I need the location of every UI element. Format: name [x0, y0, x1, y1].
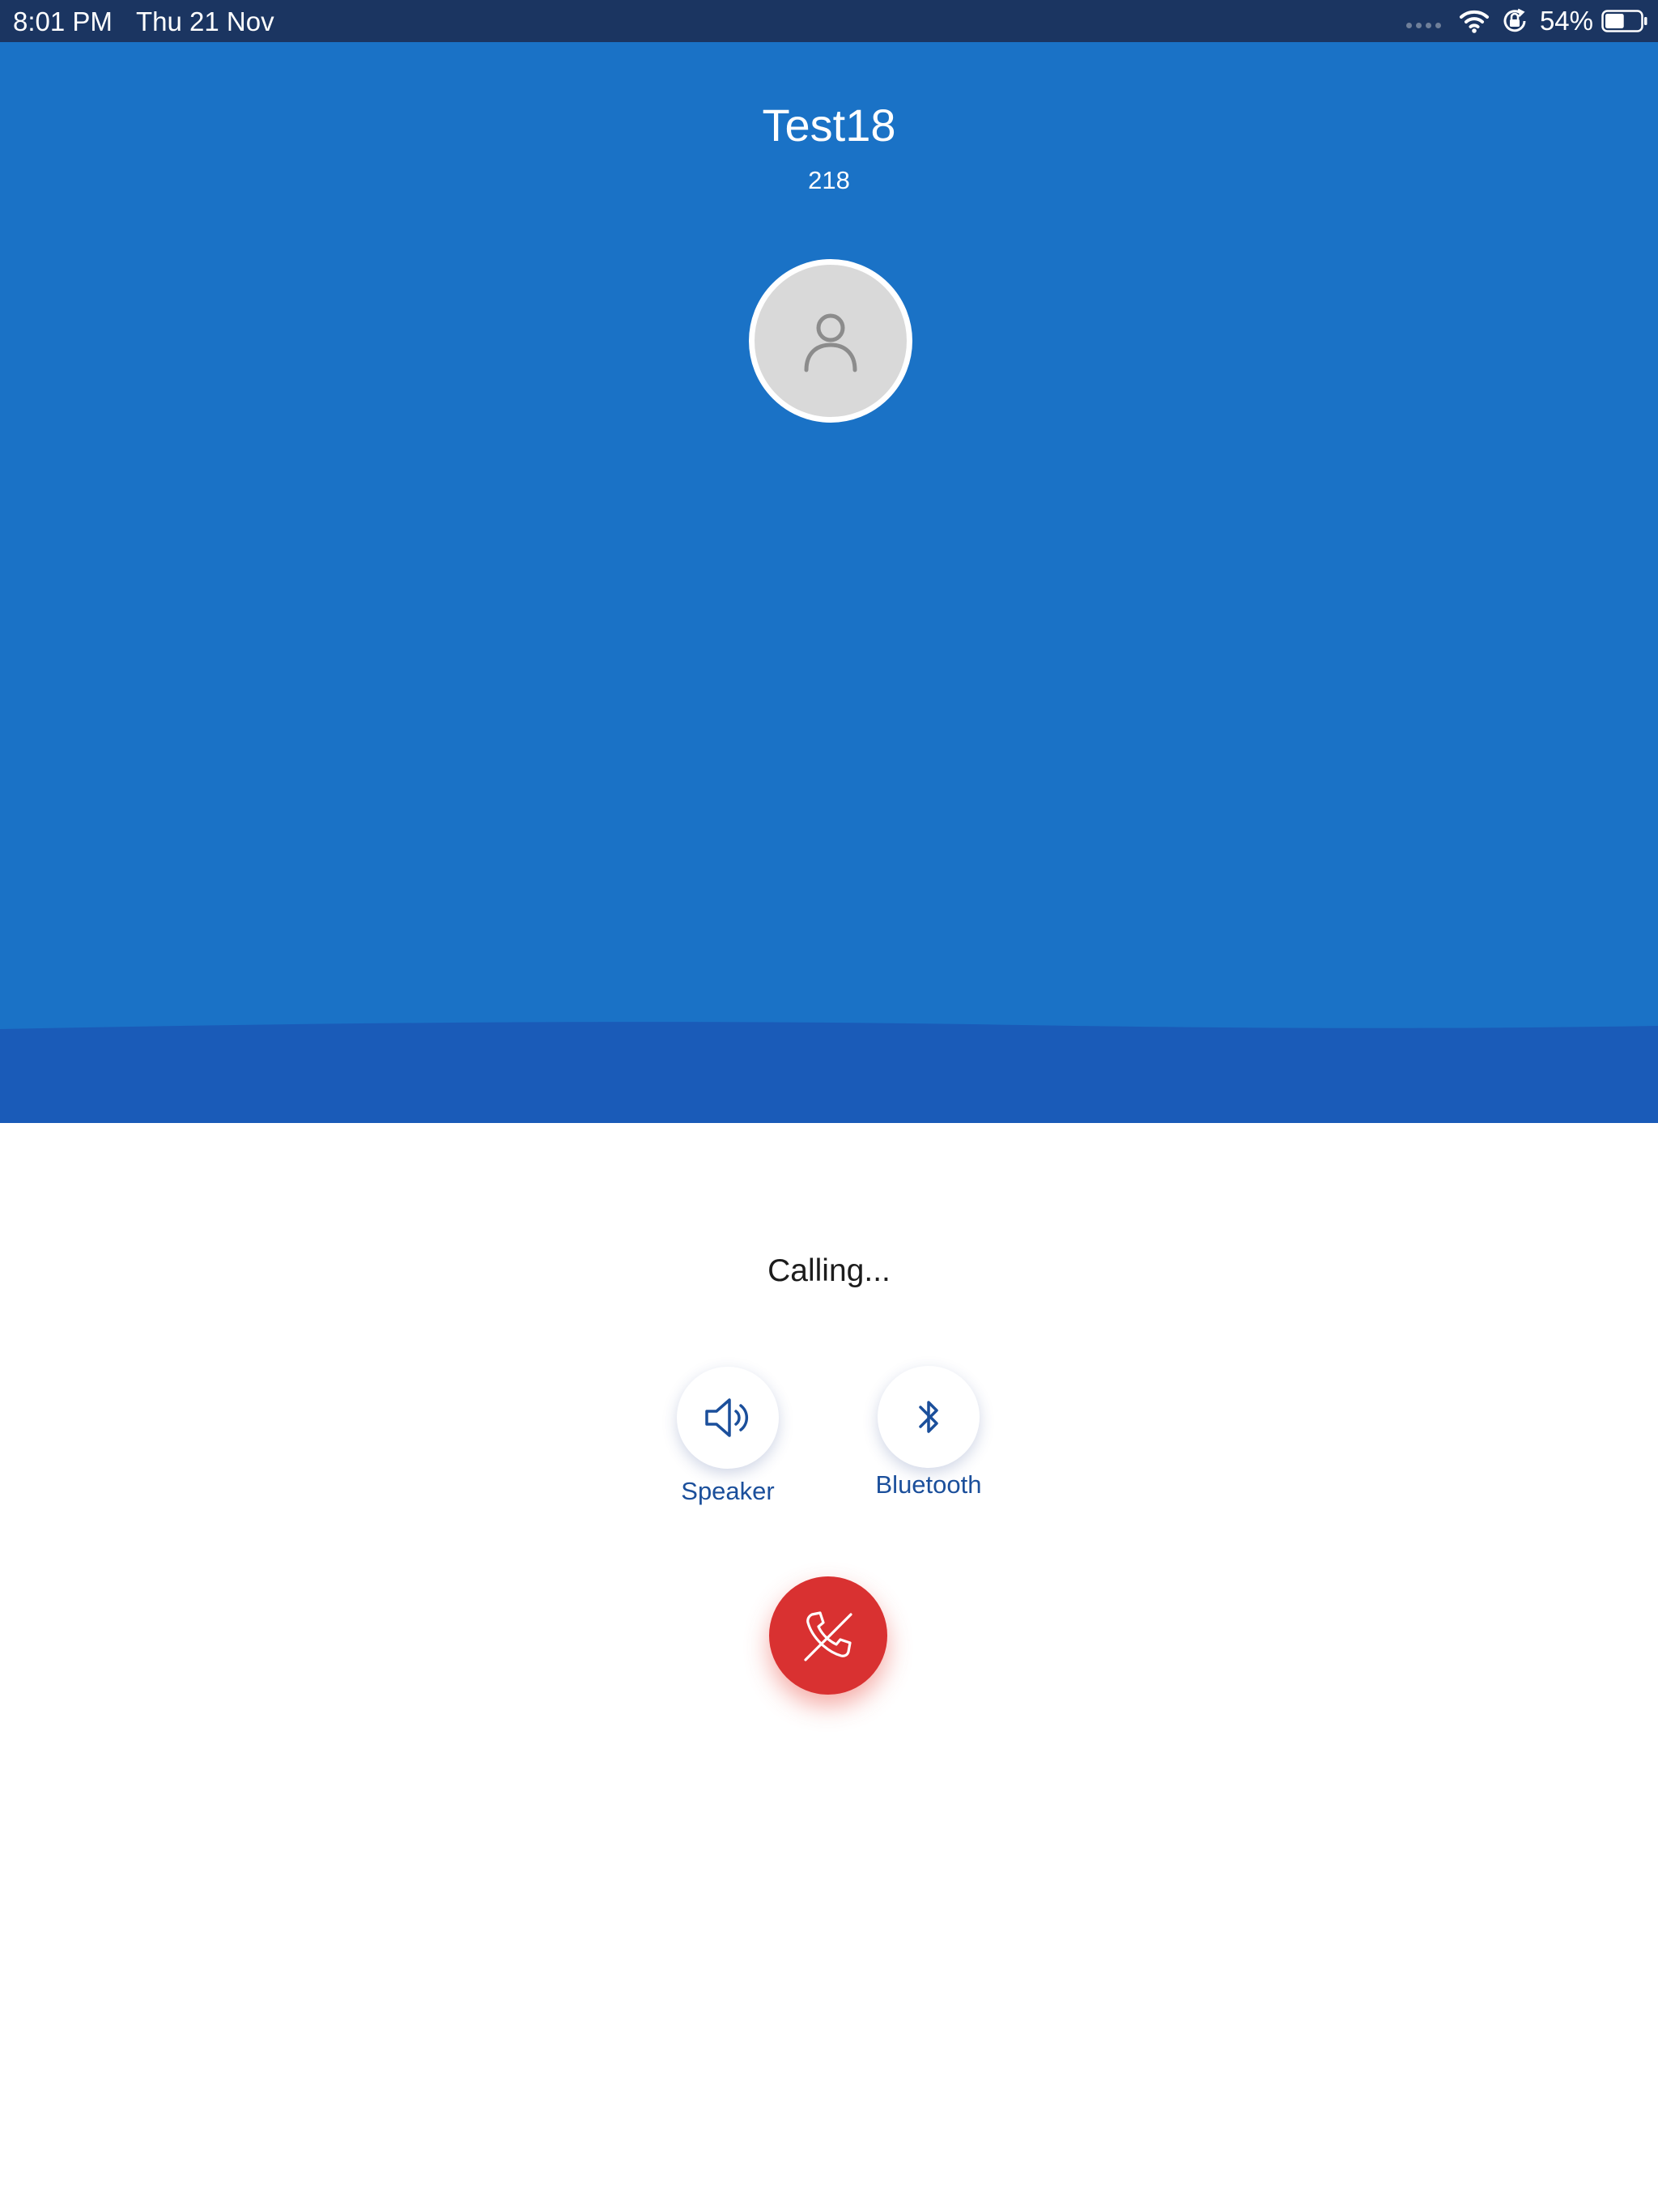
wifi-icon	[1459, 10, 1489, 33]
avatar	[749, 259, 912, 423]
person-icon	[804, 313, 857, 372]
header-wave	[0, 1022, 1658, 1123]
cellular-signal-icon	[1405, 22, 1441, 28]
speaker-icon	[705, 1398, 749, 1437]
bluetooth-icon	[919, 1401, 938, 1433]
speaker-button[interactable]	[677, 1367, 779, 1469]
bluetooth-label: Bluetooth	[875, 1470, 982, 1499]
battery-percentage: 54%	[1539, 6, 1593, 36]
battery-icon	[1601, 10, 1647, 32]
caller-header: Test18 218	[0, 42, 1658, 1123]
orientation-lock-icon	[1503, 8, 1526, 32]
end-call-button[interactable]	[769, 1576, 887, 1695]
status-bar: 8:01 PM Thu 21 Nov 54%	[0, 0, 1658, 42]
status-date: Thu 21 Nov	[136, 6, 274, 36]
end-call-icon	[804, 1611, 852, 1661]
speaker-label: Speaker	[681, 1477, 775, 1505]
status-time: 8:01 PM	[13, 6, 113, 36]
contact-extension: 218	[808, 166, 850, 194]
contact-name: Test18	[762, 100, 896, 151]
status-indicators: 54%	[1405, 0, 1648, 42]
bluetooth-button[interactable]	[878, 1366, 980, 1468]
call-status: Calling...	[767, 1253, 891, 1288]
